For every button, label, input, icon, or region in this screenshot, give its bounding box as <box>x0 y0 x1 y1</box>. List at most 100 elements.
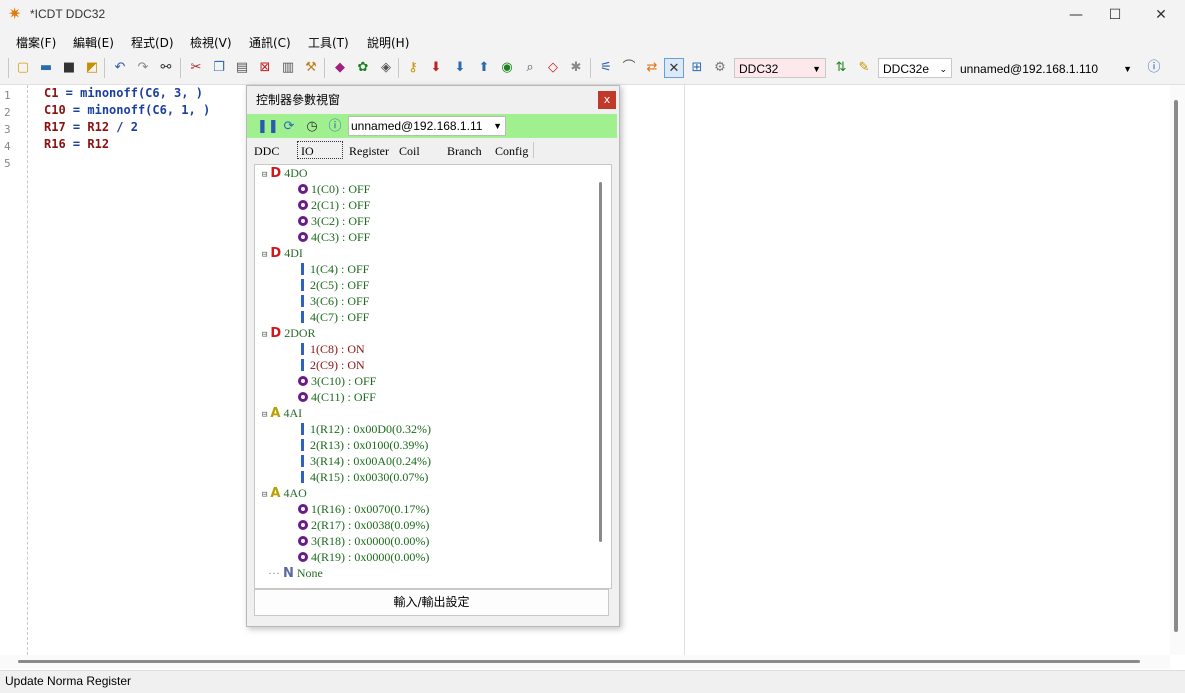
tree-item[interactable]: 4(C7) : OFF <box>298 310 369 325</box>
tree-item[interactable]: 2(C5) : OFF <box>298 278 369 293</box>
vertical-scroll-thumb[interactable] <box>1174 100 1178 632</box>
tab-config[interactable]: Config <box>495 144 528 159</box>
properties-icon[interactable]: ▥ <box>278 58 298 78</box>
pause-icon[interactable]: ❚❚ <box>257 118 279 136</box>
group-label: 4DI <box>284 246 303 260</box>
wand-icon[interactable]: ⚒ <box>301 58 321 78</box>
tools-icon[interactable]: ✕ <box>664 58 684 78</box>
collapse-icon[interactable]: ⊟ <box>262 330 267 340</box>
open-file-icon[interactable]: ▬ <box>36 58 56 78</box>
collapse-icon[interactable]: ⊟ <box>262 410 267 420</box>
compile-icon[interactable]: ◆ <box>330 58 350 78</box>
key-icon[interactable]: ⚷ <box>403 58 423 78</box>
code-line[interactable]: R17 = R12 / 2 <box>44 120 138 134</box>
bug-icon[interactable]: ✱ <box>566 58 586 78</box>
tree-item[interactable]: 1(C4) : OFF <box>298 262 369 277</box>
menu-view[interactable]: 檢視(V) <box>190 34 232 51</box>
panel-close-button[interactable]: x <box>598 91 616 109</box>
clear-icon[interactable]: ◇ <box>543 58 563 78</box>
line-number: 1 <box>4 89 11 102</box>
collapse-icon[interactable]: ⊟ <box>262 490 267 500</box>
tree-item[interactable]: 3(C10) : OFF <box>298 374 376 389</box>
help-icon[interactable]: ⓘ <box>326 118 344 136</box>
close-button[interactable]: ✕ <box>1138 0 1184 30</box>
menu-edit[interactable]: 編輯(E) <box>73 34 114 51</box>
menu-bar <box>0 30 1185 54</box>
tree-item[interactable]: 3(R14) : 0x00A0(0.24%) <box>298 454 431 469</box>
undo-icon[interactable]: ↶ <box>110 58 130 78</box>
tree-item[interactable]: 2(R17) : 0x0038(0.09%) <box>298 518 429 533</box>
connect-icon[interactable]: ⚟ <box>596 58 616 78</box>
tree-group-4ao[interactable]: ⊟ A 4AO <box>262 486 307 501</box>
tree-item[interactable]: 4(R19) : 0x0000(0.00%) <box>298 550 429 565</box>
menu-communication[interactable]: 通訊(C) <box>249 34 291 51</box>
tab-io[interactable]: IO <box>301 144 314 159</box>
device-combo[interactable]: DDC32 ▼ <box>734 58 826 78</box>
tree-group-4di[interactable]: ⊟ D 4DI <box>262 246 303 261</box>
network-icon[interactable]: ⊞ <box>687 58 707 78</box>
panel-connection-combo[interactable]: unnamed@192.168.1.11 ▼ <box>348 116 506 136</box>
menu-tools[interactable]: 工具(T) <box>308 34 349 51</box>
horizontal-scroll-thumb[interactable] <box>18 660 1140 663</box>
tree-item[interactable]: 3(C6) : OFF <box>298 294 369 309</box>
tree-item[interactable]: 3(C2) : OFF <box>298 214 370 229</box>
delete-icon[interactable]: ⊠ <box>255 58 275 78</box>
save-icon[interactable]: ■ <box>59 58 79 78</box>
run-icon[interactable]: ◉ <box>497 58 517 78</box>
tree-item[interactable]: 4(R15) : 0x0030(0.07%) <box>298 470 428 485</box>
tree-item[interactable]: 1(R12) : 0x00D0(0.32%) <box>298 422 431 437</box>
tree-item-none[interactable]: ··· N None <box>268 566 323 581</box>
new-file-icon[interactable]: ▢ <box>13 58 33 78</box>
save-as-icon[interactable]: ◩ <box>82 58 102 78</box>
tab-ddc[interactable]: DDC <box>254 144 279 159</box>
copy-icon[interactable]: ❐ <box>209 58 229 78</box>
collapse-icon[interactable]: ⊟ <box>262 250 267 260</box>
code-line[interactable]: R16 = R12 <box>44 137 109 151</box>
find-icon[interactable]: ⚯ <box>156 58 176 78</box>
tree-item[interactable]: 2(R13) : 0x0100(0.39%) <box>298 438 428 453</box>
editor-split-divider[interactable] <box>684 85 685 655</box>
settings-gear-icon[interactable]: ⚙ <box>710 58 730 78</box>
eraser-icon[interactable]: ◈ <box>376 58 396 78</box>
collapse-icon[interactable]: ⊟ <box>262 170 267 180</box>
refresh-icon[interactable]: ⟳ <box>280 118 298 136</box>
io-settings-button[interactable]: 輸入/輸出設定 <box>254 589 609 616</box>
tree-item[interactable]: 3(R18) : 0x0000(0.00%) <box>298 534 429 549</box>
tab-coil[interactable]: Coil <box>399 144 420 159</box>
download-icon[interactable]: ⬇ <box>426 58 446 78</box>
redo-icon[interactable]: ↷ <box>133 58 153 78</box>
maximize-button[interactable]: ☐ <box>1092 0 1138 30</box>
paste-icon[interactable]: ▤ <box>232 58 252 78</box>
code-line[interactable]: C10 = minonoff(C6, 1, ) <box>44 103 210 117</box>
code-line[interactable]: C1 = minonoff(C6, 3, ) <box>44 86 203 100</box>
upload-icon[interactable]: ⬆ <box>474 58 494 78</box>
menu-program[interactable]: 程式(D) <box>131 34 174 51</box>
tree-scroll-thumb[interactable] <box>599 182 602 542</box>
tree-item[interactable]: 1(C0) : OFF <box>298 182 370 197</box>
edit-pen-icon[interactable]: ✎ <box>854 58 874 78</box>
tree-item[interactable]: 4(C3) : OFF <box>298 230 370 245</box>
menu-help[interactable]: 說明(H) <box>367 34 409 51</box>
tab-branch[interactable]: Branch <box>447 144 482 159</box>
cut-icon[interactable]: ✂ <box>186 58 206 78</box>
tree-group-4do[interactable]: ⊟ D 4DO <box>262 166 308 181</box>
connection-combo[interactable]: unnamed@192.168.1.110 ▼ <box>955 58 1137 78</box>
tree-item[interactable]: 4(C11) : OFF <box>298 390 376 405</box>
tree-item[interactable]: 2(C1) : OFF <box>298 198 370 213</box>
timer-icon[interactable]: ◷ <box>303 118 321 136</box>
help-icon[interactable]: ⓘ <box>1144 58 1164 78</box>
tab-register[interactable]: Register <box>349 144 389 159</box>
menu-file[interactable]: 檔案(F) <box>16 34 56 51</box>
signal-icon[interactable]: ⌒ <box>619 58 639 78</box>
model-combo[interactable]: DDC32e ⌄ <box>878 58 952 78</box>
tree-item[interactable]: 1(R16) : 0x0070(0.17%) <box>298 502 429 517</box>
tree-group-2dor[interactable]: ⊟ D 2DOR <box>262 326 316 341</box>
receive-icon[interactable]: ⬇ <box>450 58 470 78</box>
swap-icon[interactable]: ⇄ <box>642 58 662 78</box>
sync-icon[interactable]: ⇅ <box>831 58 851 78</box>
tree-group-4ai[interactable]: ⊟ A 4AI <box>262 406 302 421</box>
tree-item[interactable]: 1(C8) : ON <box>298 342 365 357</box>
build-icon[interactable]: ✿ <box>353 58 373 78</box>
monitor-icon[interactable]: ⌕ <box>520 58 540 78</box>
tree-item[interactable]: 2(C9) : ON <box>298 358 365 373</box>
